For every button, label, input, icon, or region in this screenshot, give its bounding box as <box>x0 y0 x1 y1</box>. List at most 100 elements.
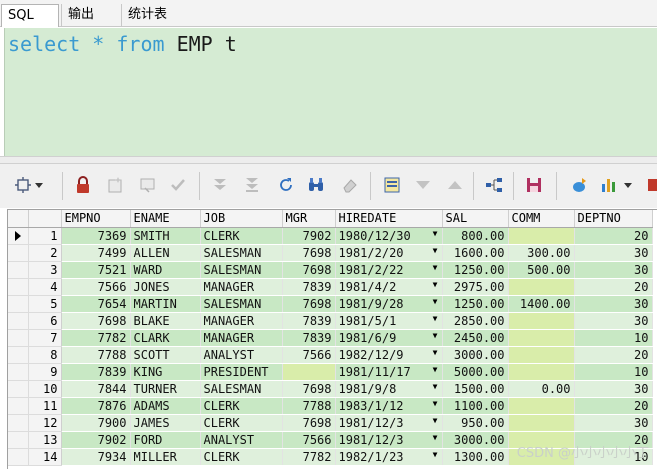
cell-mgr[interactable]: 7839 <box>282 329 336 347</box>
cell-empno[interactable]: 7566 <box>61 278 131 296</box>
cell-sal[interactable]: 1500.00 <box>442 380 509 398</box>
find-icon[interactable] <box>305 174 327 196</box>
column-header-empno[interactable]: EMPNO <box>61 210 131 228</box>
cell-job[interactable]: CLERK <box>200 448 283 466</box>
column-header-mgr[interactable]: MGR <box>282 210 336 228</box>
table-row[interactable]: 10 7844 TURNER SALESMAN 7698 1981/9/8 ▼ 1500.00… <box>8 380 653 398</box>
table-row[interactable]: 12 7900 JAMES CLERK 7698 1981/12/3 ▼ 950.00 30 <box>8 414 653 432</box>
lock-icon[interactable] <box>72 174 94 196</box>
cell-empno[interactable]: 7934 <box>61 448 131 466</box>
cell-comm[interactable]: 300.00 <box>508 244 575 262</box>
fetch-next-icon[interactable] <box>209 174 231 196</box>
cell-ename[interactable]: FORD <box>130 431 201 449</box>
cell-sal[interactable]: 950.00 <box>442 414 509 432</box>
cell-comm[interactable] <box>508 397 575 415</box>
grid-select-icon[interactable] <box>12 174 34 196</box>
cell-job[interactable]: CLERK <box>200 227 283 245</box>
cell-ename[interactable]: MARTIN <box>130 295 201 313</box>
date-dropdown-icon[interactable]: ▼ <box>433 280 438 289</box>
cell-ename[interactable]: KING <box>130 363 201 381</box>
tree-icon[interactable] <box>483 174 505 196</box>
cell-hiredate[interactable]: 1981/6/9 ▼ <box>335 329 443 347</box>
cell-ename[interactable]: ALLEN <box>130 244 201 262</box>
pane-splitter[interactable] <box>0 156 657 164</box>
cell-job[interactable]: CLERK <box>200 414 283 432</box>
cell-job[interactable]: MANAGER <box>200 278 283 296</box>
cell-job[interactable]: PRESIDENT <box>200 363 283 381</box>
cell-deptno[interactable]: 20 <box>574 346 653 364</box>
cell-job[interactable]: SALESMAN <box>200 244 283 262</box>
cell-mgr[interactable]: 7698 <box>282 414 336 432</box>
cell-job[interactable]: MANAGER <box>200 312 283 330</box>
date-dropdown-icon[interactable]: ▼ <box>433 450 438 459</box>
cell-comm[interactable] <box>508 329 575 347</box>
cell-hiredate[interactable]: 1982/1/23 ▼ <box>335 448 443 466</box>
delete-record-icon[interactable] <box>137 174 159 196</box>
cell-sal[interactable]: 2450.00 <box>442 329 509 347</box>
cell-comm[interactable]: 500.00 <box>508 261 575 279</box>
column-header-hiredate[interactable]: HIREDATE <box>335 210 443 228</box>
cell-job[interactable]: SALESMAN <box>200 380 283 398</box>
cell-deptno[interactable]: 30 <box>574 244 653 262</box>
cell-deptno[interactable]: 10 <box>574 329 653 347</box>
cell-ename[interactable]: SMITH <box>130 227 201 245</box>
cell-job[interactable]: CLERK <box>200 397 283 415</box>
cell-sal[interactable]: 1300.00 <box>442 448 509 466</box>
cell-hiredate[interactable]: 1980/12/30 ▼ <box>335 227 443 245</box>
cell-hiredate[interactable]: 1981/12/3 ▼ <box>335 431 443 449</box>
cell-sal[interactable]: 1600.00 <box>442 244 509 262</box>
cell-sal[interactable]: 1250.00 <box>442 295 509 313</box>
cell-sal[interactable]: 2975.00 <box>442 278 509 296</box>
tab-output[interactable]: 输出 <box>61 4 118 26</box>
cell-sal[interactable]: 2850.00 <box>442 312 509 330</box>
cell-mgr[interactable]: 7698 <box>282 261 336 279</box>
cell-ename[interactable]: ADAMS <box>130 397 201 415</box>
cell-sal[interactable]: 3000.00 <box>442 346 509 364</box>
tab-statistics[interactable]: 统计表 <box>121 4 179 26</box>
cell-job[interactable]: SALESMAN <box>200 295 283 313</box>
cell-comm[interactable] <box>508 363 575 381</box>
cell-empno[interactable]: 7788 <box>61 346 131 364</box>
date-dropdown-icon[interactable]: ▼ <box>433 416 438 425</box>
cell-ename[interactable]: JAMES <box>130 414 201 432</box>
cell-empno[interactable]: 7782 <box>61 329 131 347</box>
more-icon[interactable] <box>644 174 657 196</box>
date-dropdown-icon[interactable]: ▼ <box>433 399 438 408</box>
cell-mgr[interactable]: 7902 <box>282 227 336 245</box>
cell-mgr[interactable] <box>282 363 336 381</box>
cell-comm[interactable] <box>508 346 575 364</box>
cell-hiredate[interactable]: 1981/9/28 ▼ <box>335 295 443 313</box>
date-dropdown-icon[interactable]: ▼ <box>433 382 438 391</box>
cell-ename[interactable]: BLAKE <box>130 312 201 330</box>
dropdown-icon[interactable] <box>33 174 45 196</box>
cell-mgr[interactable]: 7839 <box>282 278 336 296</box>
refresh-icon[interactable] <box>275 174 297 196</box>
table-row[interactable]: 11 7876 ADAMS CLERK 7788 1983/1/12 ▼ 1100.00 20 <box>8 397 653 415</box>
table-row[interactable]: 8 7788 SCOTT ANALYST 7566 1982/12/9 ▼ 3000.00 20 <box>8 346 653 364</box>
table-row[interactable]: 6 7698 BLAKE MANAGER 7839 1981/5/1 ▼ 2850.00 30 <box>8 312 653 330</box>
cell-empno[interactable]: 7839 <box>61 363 131 381</box>
sort-asc-icon[interactable] <box>444 174 466 196</box>
date-dropdown-icon[interactable]: ▼ <box>433 365 438 374</box>
save-icon[interactable] <box>523 174 545 196</box>
cell-hiredate[interactable]: 1982/12/9 ▼ <box>335 346 443 364</box>
cell-mgr[interactable]: 7788 <box>282 397 336 415</box>
cell-sal[interactable]: 800.00 <box>442 227 509 245</box>
table-row[interactable]: 4 7566 JONES MANAGER 7839 1981/4/2 ▼ 2975.00 20 <box>8 278 653 296</box>
cell-mgr[interactable]: 7698 <box>282 295 336 313</box>
fetch-last-icon[interactable] <box>241 174 263 196</box>
cell-job[interactable]: ANALYST <box>200 346 283 364</box>
cell-comm[interactable] <box>508 414 575 432</box>
table-row[interactable]: 7 7782 CLARK MANAGER 7839 1981/6/9 ▼ 2450.00 10 <box>8 329 653 347</box>
table-row[interactable]: 1 7369 SMITH CLERK 7902 1980/12/30 ▼ 800.00 20 <box>8 227 653 245</box>
cell-hiredate[interactable]: 1983/1/12 ▼ <box>335 397 443 415</box>
cell-ename[interactable]: WARD <box>130 261 201 279</box>
cell-mgr[interactable]: 7566 <box>282 431 336 449</box>
cell-ename[interactable]: CLARK <box>130 329 201 347</box>
cell-mgr[interactable]: 7782 <box>282 448 336 466</box>
date-dropdown-icon[interactable]: ▼ <box>433 246 438 255</box>
table-row[interactable]: 9 7839 KING PRESIDENT 1981/11/17 ▼ 5000.00 10 <box>8 363 653 381</box>
cell-hiredate[interactable]: 1981/9/8 ▼ <box>335 380 443 398</box>
cell-deptno[interactable]: 20 <box>574 397 653 415</box>
table-row[interactable]: 5 7654 MARTIN SALESMAN 7698 1981/9/28 ▼ 1250.00… <box>8 295 653 313</box>
